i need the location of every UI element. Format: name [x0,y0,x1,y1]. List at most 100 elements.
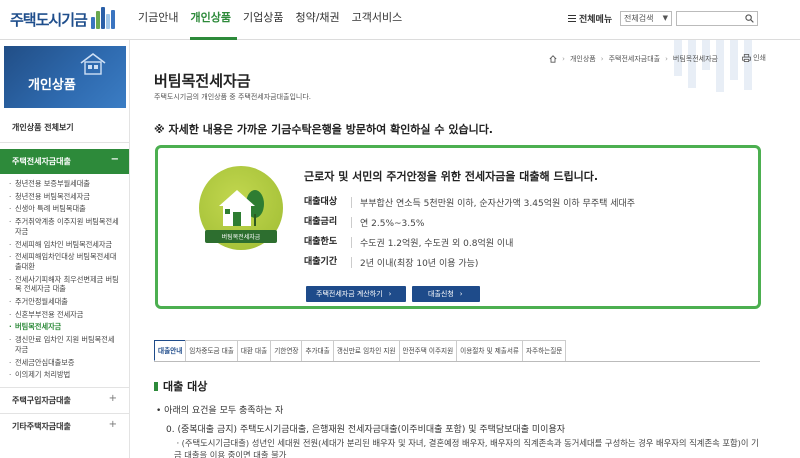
tab-extension[interactable]: 기한연장 [270,340,303,361]
search-input[interactable] [676,11,758,26]
search-scope-value: 전체검색 [624,14,654,23]
duplicate-rule: 0. (중복대출 금지) 주택도시기금대출, 은행재원 전세자금대출(이주비대출… [166,425,566,435]
chevron-right-icon: › [388,290,392,298]
logo-mark-icon [90,7,117,31]
nav-subscription-bonds[interactable]: 청약/채권 [295,0,345,40]
summary-row: 대출금리 연 2.5%~3.5% [304,212,744,232]
calculate-button[interactable]: 주택전세자금 계산하기 › [306,286,406,302]
tab-bar: 대출안내 임차중도금 대출 대환 대출 기한연장 추가대출 갱신만료 임차인 지… [154,340,760,362]
apply-loan-button[interactable]: 대출신청 › [412,286,480,302]
summary-row: 대출대상 부부합산 연소득 5천만원 이하, 순자산가액 3.45억원 이하 무… [304,192,744,212]
row-value: 2년 이내(최장 10년 이용 가능) [360,258,479,269]
print-label: 인쇄 [753,54,766,62]
calculate-label: 주택전세자금 계산하기 [316,290,383,298]
tab-procedure-docs[interactable]: 이용절차 및 제출서류 [456,340,523,361]
global-nav: 기금안내 개인상품 기업상품 청약/채권 고객서비스 [138,0,414,40]
row-value: 수도권 1.2억원, 수도권 외 0.8억원 이내 [360,238,514,249]
expand-icon: + [108,392,117,404]
lnb-sub-item-current[interactable]: 버팀목전세자금 [8,322,121,332]
page-title: 버팀목전세자금 [154,72,251,90]
nav-corporate-products[interactable]: 기업상품 [243,0,289,40]
row-label: 대출대상 [304,196,352,208]
summary-row: 대출한도 수도권 1.2억원, 수도권 외 0.8억원 이내 [304,232,744,252]
chevron-down-icon: ▼ [662,14,668,22]
lnb-group-label: 주택구입자금대출 [12,395,71,405]
lnb-all-link[interactable]: 개인상품 전체보기 [0,108,129,143]
badge-label: 버팀목전세자금 [205,230,277,243]
section-bar-icon [154,381,158,391]
section-title-text: 대출 대상 [163,380,208,393]
lnb-sub-item[interactable]: 신혼부부전용 전세자금 [8,310,121,320]
duplicate-rule-detail: ㆍ(주택도시기금대출) 성년인 세대원 전원(세대가 분리된 배우자 및 자녀,… [174,438,759,458]
tab-refinance[interactable]: 대환 대출 [236,340,272,361]
lnb-sub-item[interactable]: 전세피해 임차인 버팀목전세자금 [8,240,121,250]
lnb-sub-item[interactable]: 갱신만료 임차인 지원 버팀목전세자금 [8,335,121,354]
lnb-sub-item[interactable]: 청년전용 버팀목전세자금 [8,192,121,202]
logo[interactable]: 주택도시기금 [10,7,117,31]
all-menu-label: 전체메뉴 [579,15,613,25]
nav-personal-products[interactable]: 개인상품 [190,0,237,40]
lnb-group-label: 주택전세자금대출 [12,157,71,166]
row-label: 대출기간 [304,256,352,268]
page: 주택도시기금 기금안내 개인상품 기업상품 청약/채권 고객서비스 전체메뉴 전… [0,0,800,458]
breadcrumb-item[interactable]: 버팀목전세자금 [673,54,718,64]
print-button[interactable]: 인쇄 [742,53,766,63]
lnb-sub-item[interactable]: 신생아 특례 버팀목대출 [8,204,121,214]
lnb-banner: 개인상품 [4,46,126,108]
lnb-sub-item[interactable]: 이의제기 처리방법 [8,370,121,380]
print-icon [742,54,752,62]
house-tree-icon [219,190,264,226]
summary-headline: 근로자 및 서민의 주거안정을 위한 전세자금을 대출해 드립니다. [304,170,599,183]
lnb-sub-list: 청년전용 보증부월세대출 청년전용 버팀목전세자금 신생아 특례 버팀목대출 주… [0,174,129,387]
home-icon[interactable] [549,55,557,63]
header: 주택도시기금 기금안내 개인상품 기업상품 청약/채권 고객서비스 전체메뉴 전… [0,0,800,40]
row-value: 부부합산 연소득 5천만원 이하, 순자산가액 3.45억원 이하 무주택 세대… [360,198,636,209]
summary-table: 대출대상 부부합산 연소득 5천만원 이하, 순자산가액 3.45억원 이하 무… [304,192,744,272]
apply-label: 대출신청 [428,290,454,298]
lnb-sub-item[interactable]: 전세사기피해자 최우선변제금 버팀목 전세자금 대출 [8,275,121,294]
tab-safe-housing[interactable]: 안전주택 이주지원 [398,340,458,361]
hamburger-icon [568,15,576,22]
lnb-group-other[interactable]: 기타주택자금대출 + [0,412,129,439]
nav-fund-info[interactable]: 기금안내 [138,0,184,40]
lnb-sub-item[interactable]: 전세금안심대출보증 [8,358,121,368]
chevron-right-icon: › [459,290,463,298]
tab-loan-guide[interactable]: 대출안내 [154,340,187,361]
expand-icon: + [108,418,117,430]
row-label: 대출한도 [304,236,352,248]
breadcrumb-item[interactable]: 개인상품 [570,54,596,64]
product-summary-box: 버팀목전세자금 근로자 및 서민의 주거안정을 위한 전세자금을 대출해 드립니… [155,145,761,309]
section-title: 대출 대상 [154,378,207,394]
left-nav: 개인상품 개인상품 전체보기 주택전세자금대출 − 청년전용 보증부월세대출 청… [0,40,130,458]
summary-row: 대출기간 2년 이내(최장 10년 이용 가능) [304,252,744,272]
row-value: 연 2.5%~3.5% [360,218,425,229]
search-icon[interactable] [745,14,754,23]
tab-interim-loan[interactable]: 임차중도금 대출 [185,340,238,361]
logo-text: 주택도시기금 [10,10,88,29]
tab-renewal-support[interactable]: 갱신만료 임차인 지원 [332,340,400,361]
lnb-group-purchase[interactable]: 주택구입자금대출 + [0,386,129,413]
search-scope-select[interactable]: 전체검색 ▼ [620,11,672,26]
visit-notice: ※ 자세한 내용은 가까운 기금수탁은행을 방문하여 확인하실 수 있습니다. [154,123,493,136]
nav-customer-service[interactable]: 고객서비스 [352,0,409,40]
house-icon [80,53,106,75]
lnb-group-label: 기타주택자금대출 [12,421,71,431]
lnb-group-jeonse[interactable]: 주택전세자금대출 − [0,149,129,174]
tab-additional-loan[interactable]: 추가대출 [301,340,334,361]
lnb-sub-item[interactable]: 주거취약계층 이주지원 버팀목전세자금 [8,217,121,236]
tab-faq[interactable]: 자주하는질문 [521,340,567,361]
collapse-icon: − [110,154,119,165]
lnb-sub-item[interactable]: 청년전용 보증부월세대출 [8,179,121,189]
summary-buttons: 주택전세자금 계산하기 › 대출신청 › [306,286,486,302]
lnb-title: 개인상품 [28,78,76,93]
all-menu-button[interactable]: 전체메뉴 [568,12,612,25]
main-content: › 개인상품 › 주택전세자금대출 › 버팀목전세자금 인쇄 버팀목전세자금 주… [154,40,766,458]
breadcrumb: › 개인상품 › 주택전세자금대출 › 버팀목전세자금 [549,54,718,64]
decorative-bars [674,40,764,92]
breadcrumb-item[interactable]: 주택전세자금대출 [609,54,661,64]
row-label: 대출금리 [304,216,352,228]
requirement-text: • 아래의 요건을 모두 충족하는 자 [156,406,284,416]
lnb-sub-item[interactable]: 주거안정월세대출 [8,297,121,307]
lnb-sub-item[interactable]: 전세피해임차인대상 버팀목전세대출대환 [8,252,121,271]
page-description: 주택도시기금의 개인상품 중 주택전세자금대출입니다. [154,93,312,101]
